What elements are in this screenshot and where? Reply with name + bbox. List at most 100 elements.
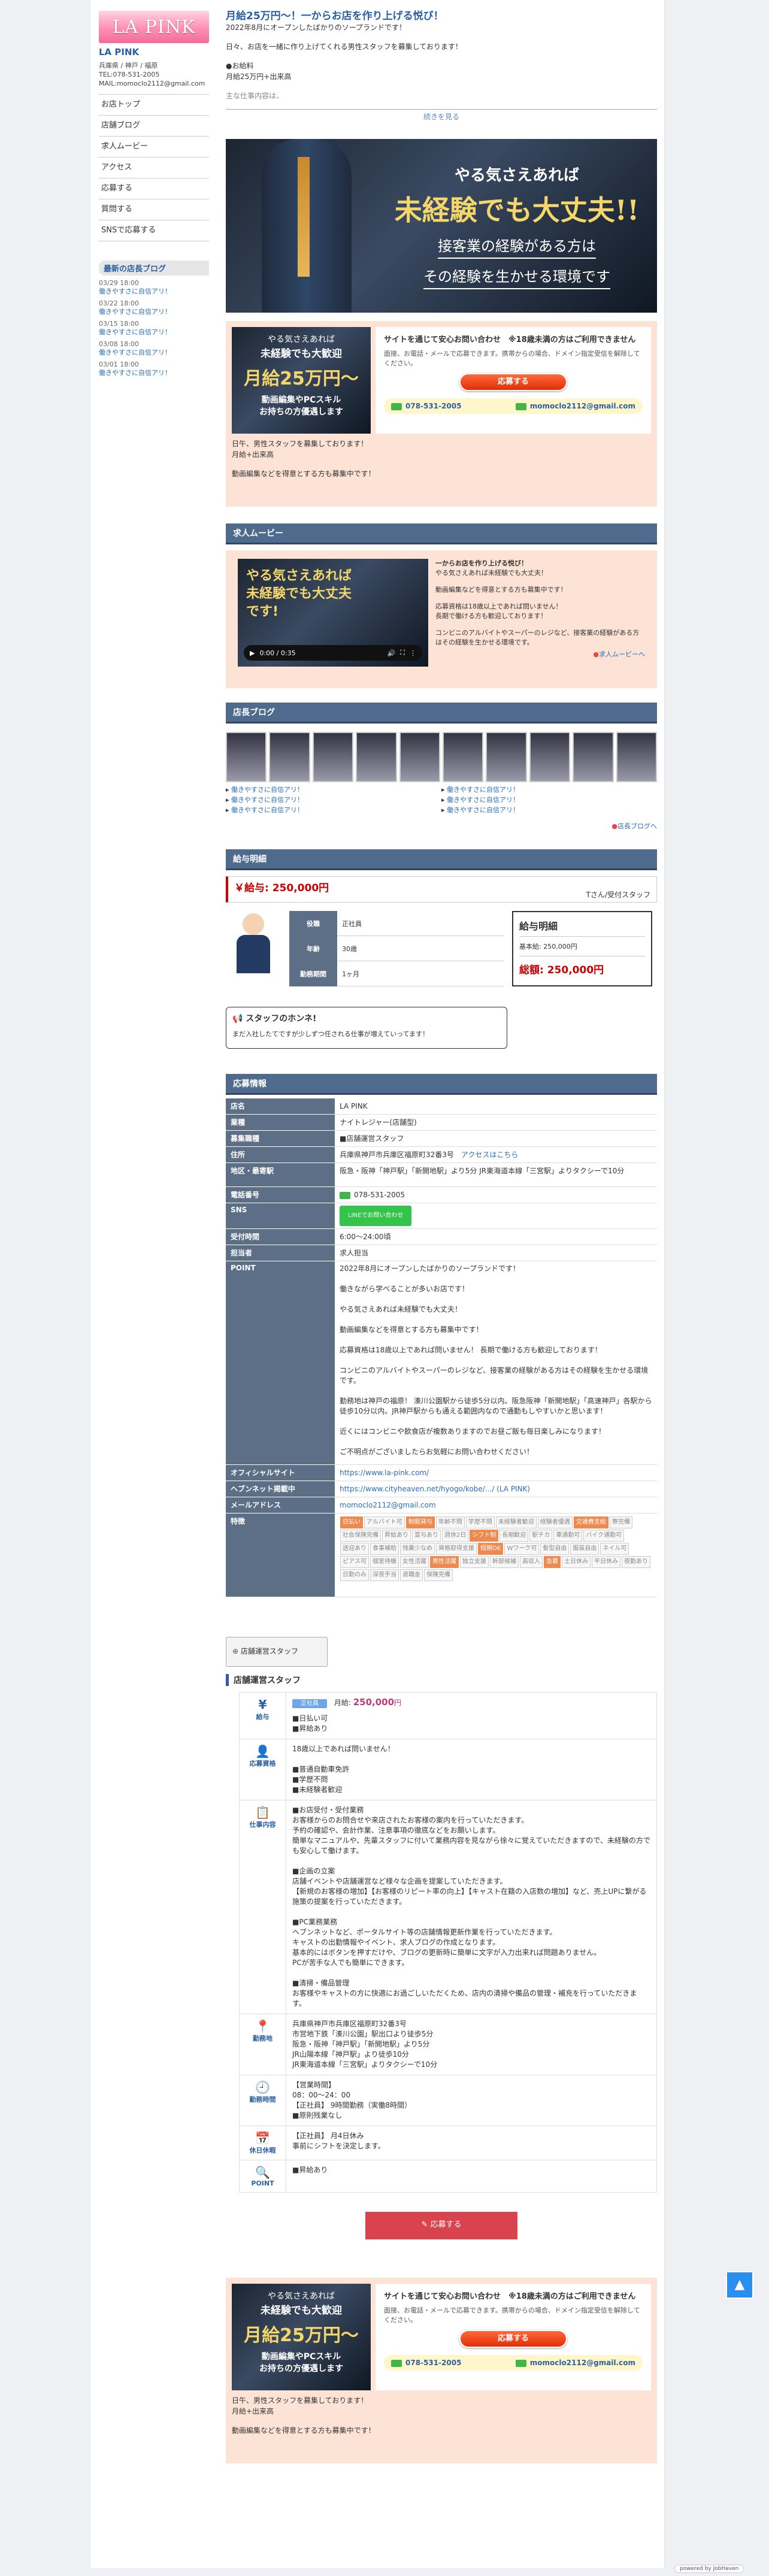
side-blog-title: 最新の店長ブログ	[99, 261, 209, 276]
cta-banner-image[interactable]: やる気さえあれば 未経験でも大歓迎 月給25万円〜 動画編集やPCスキル お持ち…	[232, 2284, 371, 2390]
feature-tag: バイク通勤可	[583, 1530, 625, 1542]
cta-phone[interactable]: 078-531-2005	[391, 402, 461, 410]
shop-logo[interactable]: LA PINK	[99, 11, 209, 43]
mail-link[interactable]: momoclo2112@gmail.com	[340, 1501, 436, 1509]
movie-more-link[interactable]: ●求人ムービーへ	[435, 650, 645, 659]
blog-post-link[interactable]: ▸ 働きやすさに自信アリ！	[226, 795, 441, 805]
blog-post-link[interactable]: ▸ 働きやすさに自信アリ！	[441, 805, 657, 815]
blog-post-link[interactable]: ▸ 働きやすさに自信アリ！	[441, 795, 657, 805]
side-menu-apply[interactable]: 応募する	[99, 178, 209, 199]
blog-thumbnail[interactable]	[356, 732, 397, 782]
blog-thumbnail[interactable]	[312, 732, 354, 782]
access-link[interactable]: アクセスはこちら	[461, 1151, 518, 1159]
feature-tag: 男性活躍	[430, 1556, 459, 1568]
blog-thumbnail[interactable]	[573, 732, 614, 782]
sidebar: LA PINK LA PINK 兵庫県 / 神戸 / 福原 TEL:078-53…	[99, 11, 209, 377]
scroll-top-button[interactable]: ▲	[726, 2271, 753, 2299]
feature-tag: 平日休み	[592, 1556, 620, 1568]
phone-icon	[340, 1191, 350, 1199]
cta-email[interactable]: momoclo2112@gmail.com	[515, 2359, 635, 2367]
blog-post-link[interactable]: ▸ 働きやすさに自信アリ！	[226, 785, 441, 795]
cta-apply-button[interactable]: 応募する	[459, 373, 567, 391]
side-blog-link[interactable]: 働きやすさに自信アリ！	[99, 328, 171, 336]
side-menu-question[interactable]: 質問する	[99, 199, 209, 220]
clock-icon: 🕘	[255, 2080, 270, 2094]
side-blog-link[interactable]: 働きやすさに自信アリ！	[99, 369, 171, 377]
person-icon: 👤	[255, 1744, 270, 1758]
feature-tag: 学歴不問	[465, 1516, 495, 1528]
blog-thumbnail[interactable]	[529, 732, 571, 782]
shop-name[interactable]: LA PINK	[99, 47, 209, 57]
cta-email[interactable]: momoclo2112@gmail.com	[515, 402, 635, 410]
cta-text3: 動画編集などを得意とする方も募集中です！	[232, 470, 376, 478]
feature-tag: 日勤のみ	[340, 1569, 369, 1581]
feature-tag: アルバイト可	[364, 1516, 405, 1528]
side-menu-blog[interactable]: 店舗ブログ	[99, 116, 209, 137]
side-menu: お店トップ 店舗ブログ 求人ムービー アクセス 応募する 質問する SNSで応募…	[99, 94, 209, 241]
document-icon: 📋	[255, 1805, 270, 1820]
line-button[interactable]: LINEでお問い合わせ	[340, 1206, 412, 1226]
side-blog-link[interactable]: 働きやすさに自信アリ！	[99, 308, 171, 316]
cta-phone[interactable]: 078-531-2005	[391, 2359, 461, 2367]
cta-panel: サイトを通じて安心お問い合わせ ※18歳未満の方はご利用できません 面接、お電話…	[376, 2284, 651, 2390]
cta-text1: 日午、男性スタッフを募集しております！	[232, 440, 368, 448]
job-apply-button[interactable]: ✎ 応募する	[364, 2211, 519, 2241]
blog-more-link[interactable]: ●店長ブログへ	[226, 821, 657, 831]
main-content: 月給25万円〜！一からお店を作り上げる悦び！ 2022年8月にオープンしたばかり…	[226, 7, 658, 2463]
blog-thumbnail[interactable]	[616, 732, 658, 782]
official-site-link[interactable]: https://www.la-pink.com/	[340, 1469, 429, 1477]
blog-post-link[interactable]: ▸ 働きやすさに自信アリ！	[226, 805, 441, 815]
blog-thumbnail[interactable]	[399, 732, 441, 782]
more-icon[interactable]: ⋮	[410, 649, 416, 657]
phone-number[interactable]: 078-531-2005	[354, 1191, 405, 1199]
side-menu-access[interactable]: アクセス	[99, 158, 209, 178]
side-blog-item: 03/01 18:00 働きやすさに自信アリ！	[99, 361, 171, 377]
blog-post-link[interactable]: ▸ 働きやすさに自信アリ！	[441, 785, 657, 795]
volume-icon[interactable]: 🔊	[387, 649, 396, 657]
feature-tag: 年齢不問	[435, 1516, 465, 1528]
heaven-link[interactable]: https://www.cityheaven.net/hyogo/kobe/..…	[340, 1485, 530, 1493]
feature-tag: 制服貸与	[405, 1516, 435, 1528]
feature-tag: 送迎あり	[340, 1543, 369, 1555]
feature-tag: 資格取得支援	[436, 1543, 477, 1555]
job-tab[interactable]: ⊕ 店舗運営スタッフ	[226, 1637, 328, 1667]
feature-tag: 寮完備	[609, 1516, 632, 1528]
cta-box: やる気さえあれば 未経験でも大歓迎 月給25万円〜 動画編集やPCスキル お持ち…	[226, 321, 657, 507]
point-text: 2022年8月にオープンしたばかりのソープランドです！ 働きながら学べることが多…	[335, 1261, 657, 1465]
cta-apply-button[interactable]: 応募する	[459, 2330, 567, 2348]
calendar-icon: 📅	[255, 2131, 270, 2145]
hero-line1: やる気さえあれば	[454, 167, 579, 184]
intro-more-link[interactable]: 続きを見る	[418, 113, 464, 121]
movie-title: 一からお店を作り上げる悦び！	[435, 559, 528, 567]
salary-slip: 給与明細 基本給: 250,000円 総額: 250,000円	[512, 911, 652, 986]
work-description: ■お店受付・受付業務 お客様からのお問合せや来店されたお客様の案内を行っていただ…	[292, 1806, 650, 2008]
feature-tag: 夜勤あり	[622, 1556, 650, 1568]
play-icon[interactable]: ▶	[250, 649, 255, 657]
side-blog-link[interactable]: 働きやすさに自信アリ！	[99, 349, 171, 356]
blog-thumbnail[interactable]	[443, 732, 484, 782]
salary-amount-bar: ￥給与: 250,000円 Tさん/受付スタッフ	[226, 876, 657, 903]
side-menu-movie[interactable]: 求人ムービー	[99, 137, 209, 158]
hero-banner: やる気さえあれば 未経験でも大丈夫!! 接客業の経験がある方は その経験を生かせ…	[226, 139, 657, 313]
feature-tag: 個室待機	[370, 1556, 399, 1568]
staff-voice: 📢 スタッフのホンネ! まだ入社したてですが少しずつ任される仕事が増えていってま…	[226, 1007, 507, 1049]
side-blog-link[interactable]: 働きやすさに自信アリ！	[99, 287, 171, 295]
movie-video-player[interactable]: やる気さえあれば 未経験でも大丈夫です! ▶ 0:00 / 0:35 🔊 ⛶ ⋮	[238, 559, 428, 667]
intro-line3: 主な仕事内容は、	[226, 92, 284, 100]
feature-tag: 駅チカ	[529, 1530, 553, 1542]
side-menu-sns[interactable]: SNSで応募する	[99, 220, 209, 241]
cta-banner-image[interactable]: やる気さえあれば 未経験でも大歓迎 月給25万円〜 動画編集やPCスキル お持ち…	[232, 327, 371, 434]
salary-heading: 給与明細	[226, 849, 657, 870]
feature-tag: 昇給あり	[382, 1530, 411, 1542]
movie-text: 一からお店を作り上げる悦び！ やる気さえあれば未経験でも大丈夫！ 動画編集などを…	[435, 559, 645, 659]
blog-thumbnail[interactable]	[269, 732, 310, 782]
powered-by[interactable]: powered by JobHaven	[674, 2565, 744, 2573]
blog-thumbnail[interactable]	[226, 732, 267, 782]
cta-banner-line3: 動画編集やPCスキル	[261, 395, 341, 405]
feature-tag: ネイル可	[600, 1543, 629, 1555]
side-menu-top[interactable]: お店トップ	[99, 95, 209, 116]
blog-thumbnail[interactable]	[486, 732, 527, 782]
job-title: 店舗運営スタッフ	[226, 1674, 657, 1686]
cta-contact-pill: 078-531-2005 momoclo2112@gmail.com	[384, 398, 643, 414]
fullscreen-icon[interactable]: ⛶	[400, 649, 405, 657]
